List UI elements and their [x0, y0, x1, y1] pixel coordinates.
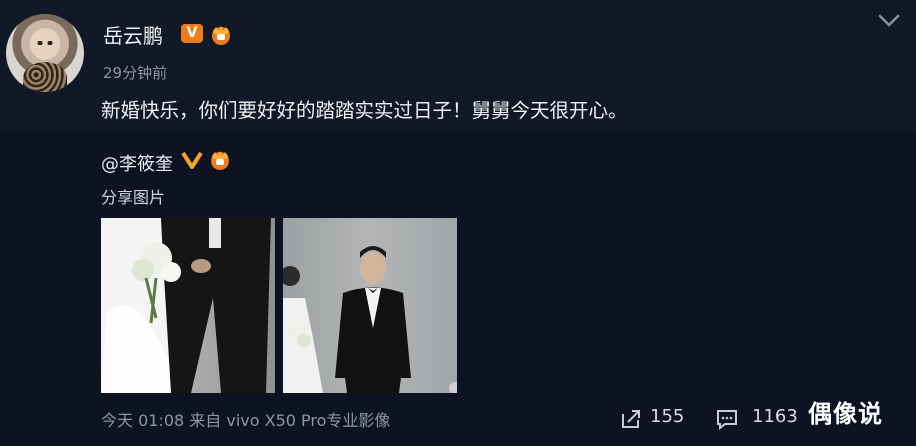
verified-badge: V: [181, 24, 203, 43]
username[interactable]: 岳云鹏: [103, 20, 163, 49]
wedding-photo-2[interactable]: [283, 218, 457, 393]
avatar[interactable]: [6, 14, 84, 92]
comment-count[interactable]: 1163: [752, 406, 798, 427]
share-icon[interactable]: [620, 408, 642, 430]
post-text: 新婚快乐，你们要好好的踏踏实实过日子！舅舅今天很开心。: [101, 99, 628, 122]
share-count[interactable]: 155: [650, 406, 684, 427]
vip-crown-icon: [212, 26, 230, 45]
verified-icon: [181, 151, 203, 169]
watermark: 偶像说: [808, 400, 883, 428]
repost-subtitle: 分享图片: [101, 188, 166, 207]
chevron-down-icon[interactable]: [878, 14, 900, 28]
post-timestamp: 29分钟前: [103, 64, 168, 82]
wedding-photo-1[interactable]: [101, 218, 275, 393]
repost-author[interactable]: @李筱奎: [101, 150, 173, 176]
post-meta: 今天 01:08 来自 vivo X50 Pro专业影像: [101, 411, 391, 430]
vip-crown-icon: [211, 151, 229, 170]
comment-icon[interactable]: [716, 408, 738, 430]
